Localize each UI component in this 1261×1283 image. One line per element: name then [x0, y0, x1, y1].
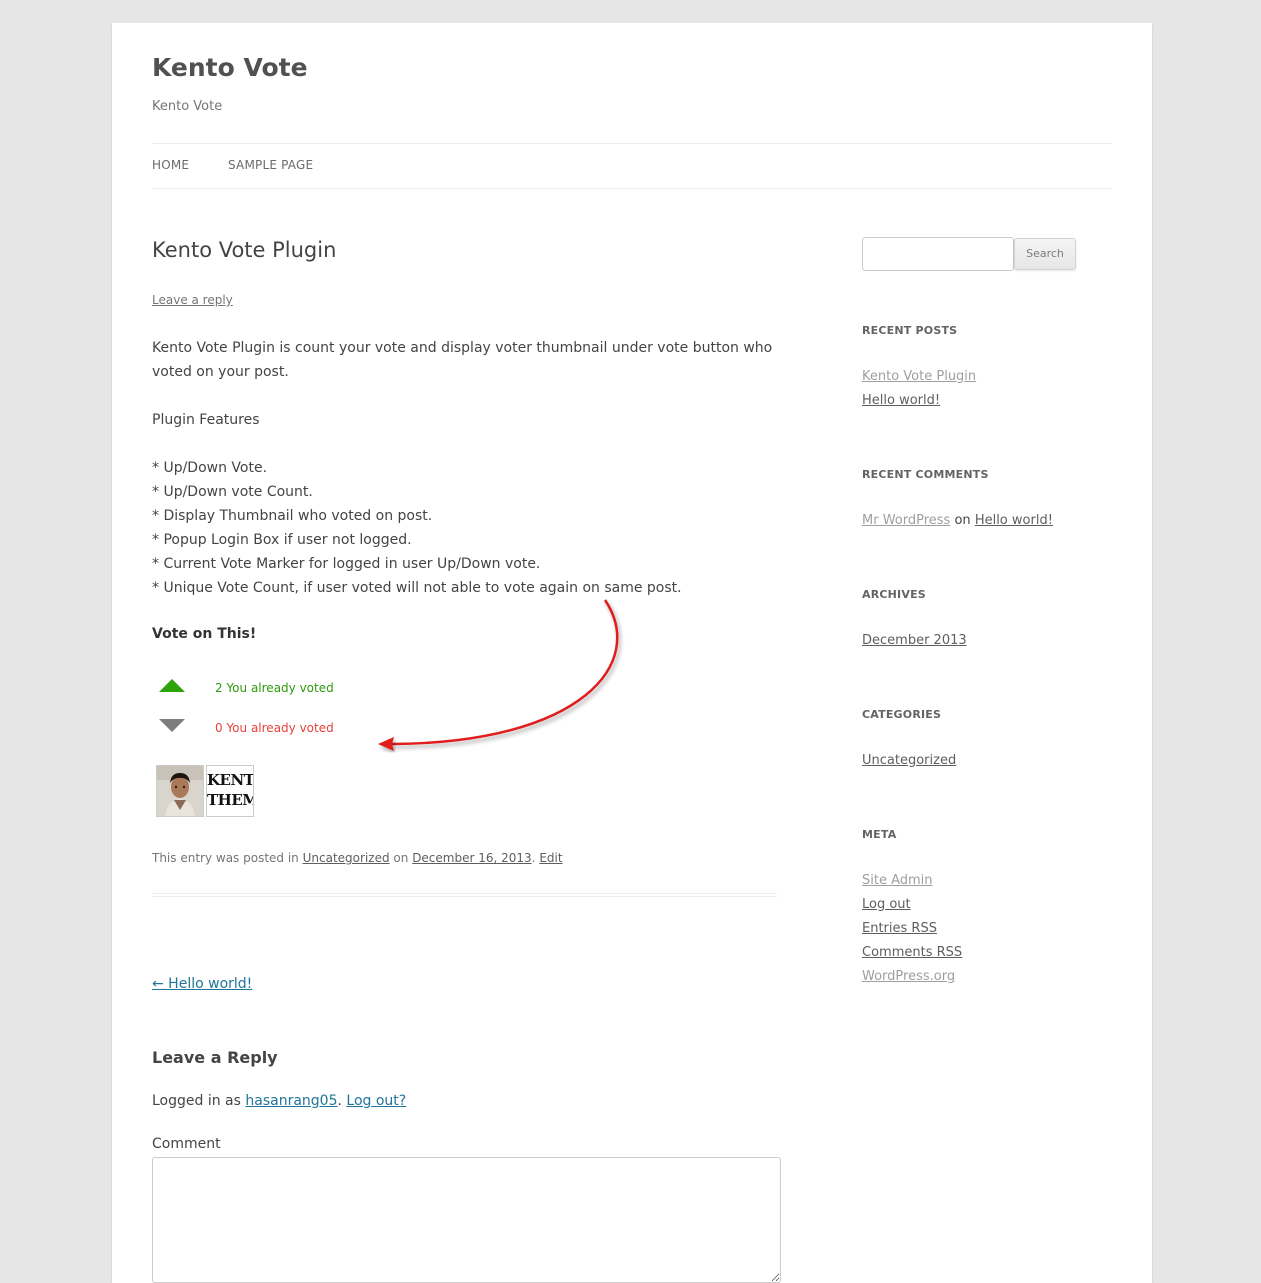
feature-item: * Popup Login Box if user not logged.	[152, 532, 412, 548]
vote-down-arrow-icon[interactable]	[159, 719, 185, 732]
meta-link-log-out[interactable]: Log out	[862, 897, 911, 912]
vote-down-status: 0 You already voted	[215, 721, 334, 735]
search-input[interactable]	[862, 237, 1014, 271]
meta-link-comments-rss[interactable]: Comments RSS	[862, 945, 962, 960]
entry-category-link[interactable]: Uncategorized	[303, 851, 390, 865]
feature-item: * Unique Vote Count, if user voted will …	[152, 580, 682, 596]
user-profile-link[interactable]: hasanrang05	[245, 1093, 337, 1109]
recent-post-link[interactable]: Kento Vote Plugin	[862, 369, 976, 384]
recent-comments-title: RECENT COMMENTS	[862, 468, 989, 481]
page-container: Kento Vote Kento Vote HOME SAMPLE PAGE K…	[112, 23, 1152, 1283]
logged-in-prefix: Logged in as	[152, 1093, 241, 1109]
post-title: Kento Vote Plugin	[152, 238, 337, 262]
reply-heading: Leave a Reply	[152, 1048, 278, 1067]
nav-item-sample-page[interactable]: SAMPLE PAGE	[228, 158, 313, 172]
archive-link[interactable]: December 2013	[862, 633, 967, 648]
comment-post-link[interactable]: Hello world!	[975, 513, 1053, 528]
comment-textarea[interactable]	[152, 1157, 781, 1283]
logout-link[interactable]: Log out?	[346, 1093, 406, 1109]
recent-comment-on: on	[954, 513, 971, 528]
site-description: Kento Vote	[152, 99, 223, 114]
categories-title: CATEGORIES	[862, 708, 942, 721]
category-link[interactable]: Uncategorized	[862, 753, 956, 768]
comment-label: Comment	[152, 1136, 221, 1152]
voter-avatar[interactable]	[156, 765, 204, 817]
feature-item: * Current Vote Marker for logged in user…	[152, 556, 541, 572]
search-button[interactable]: Search	[1014, 238, 1076, 270]
vote-up-arrow-icon[interactable]	[159, 679, 185, 692]
previous-post-link[interactable]: ← Hello world!	[152, 976, 252, 992]
entry-date-link[interactable]: December 16, 2013	[412, 851, 531, 865]
entry-edit-link[interactable]: Edit	[539, 851, 562, 865]
meta-link-site-admin[interactable]: Site Admin	[862, 873, 933, 888]
recent-post-link[interactable]: Hello world!	[862, 393, 940, 408]
nav-item-home[interactable]: HOME	[152, 158, 189, 172]
nav-bottom-divider	[152, 188, 1112, 189]
entry-divider	[152, 893, 777, 894]
recent-posts-title: RECENT POSTS	[862, 324, 958, 337]
post-intro-line-2: voted on your post.	[152, 364, 289, 380]
recent-comment-item: Mr WordPress on Hello world!	[862, 513, 1053, 528]
person-avatar-icon	[157, 766, 203, 816]
logged-in-status: Logged in as hasanrang05. Log out?	[152, 1093, 406, 1109]
archives-title: ARCHIVES	[862, 588, 926, 601]
logged-in-sep: .	[337, 1093, 342, 1109]
entry-meta-on: on	[393, 851, 409, 865]
comment-author-link[interactable]: Mr WordPress	[862, 513, 950, 528]
meta-link-wordpress-org[interactable]: WordPress.org	[862, 969, 955, 984]
kento-logo-line-2: THEMES	[207, 791, 253, 809]
post-intro-line-1: Kento Vote Plugin is count your vote and…	[152, 340, 773, 356]
vote-heading: Vote on This!	[152, 626, 257, 642]
nav-top-divider	[152, 143, 1112, 144]
entry-meta: This entry was posted in Uncategorized o…	[152, 851, 563, 865]
feature-item: * Up/Down Vote.	[152, 460, 268, 476]
site-title[interactable]: Kento Vote	[152, 53, 308, 82]
entry-divider	[152, 896, 777, 897]
voter-logo-thumbnail[interactable]: KENTO THEMES	[206, 765, 254, 817]
feature-item: * Up/Down vote Count.	[152, 484, 313, 500]
kento-logo-line-1: KENTO	[207, 771, 254, 789]
vote-up-status: 2 You already voted	[215, 681, 334, 695]
leave-reply-link[interactable]: Leave a reply	[152, 293, 233, 307]
meta-link-entries-rss[interactable]: Entries RSS	[862, 921, 937, 936]
meta-title: META	[862, 828, 897, 841]
feature-item: * Display Thumbnail who voted on post.	[152, 508, 433, 524]
entry-meta-prefix: This entry was posted in	[152, 851, 299, 865]
entry-meta-sep: .	[531, 851, 536, 865]
features-heading: Plugin Features	[152, 412, 260, 428]
